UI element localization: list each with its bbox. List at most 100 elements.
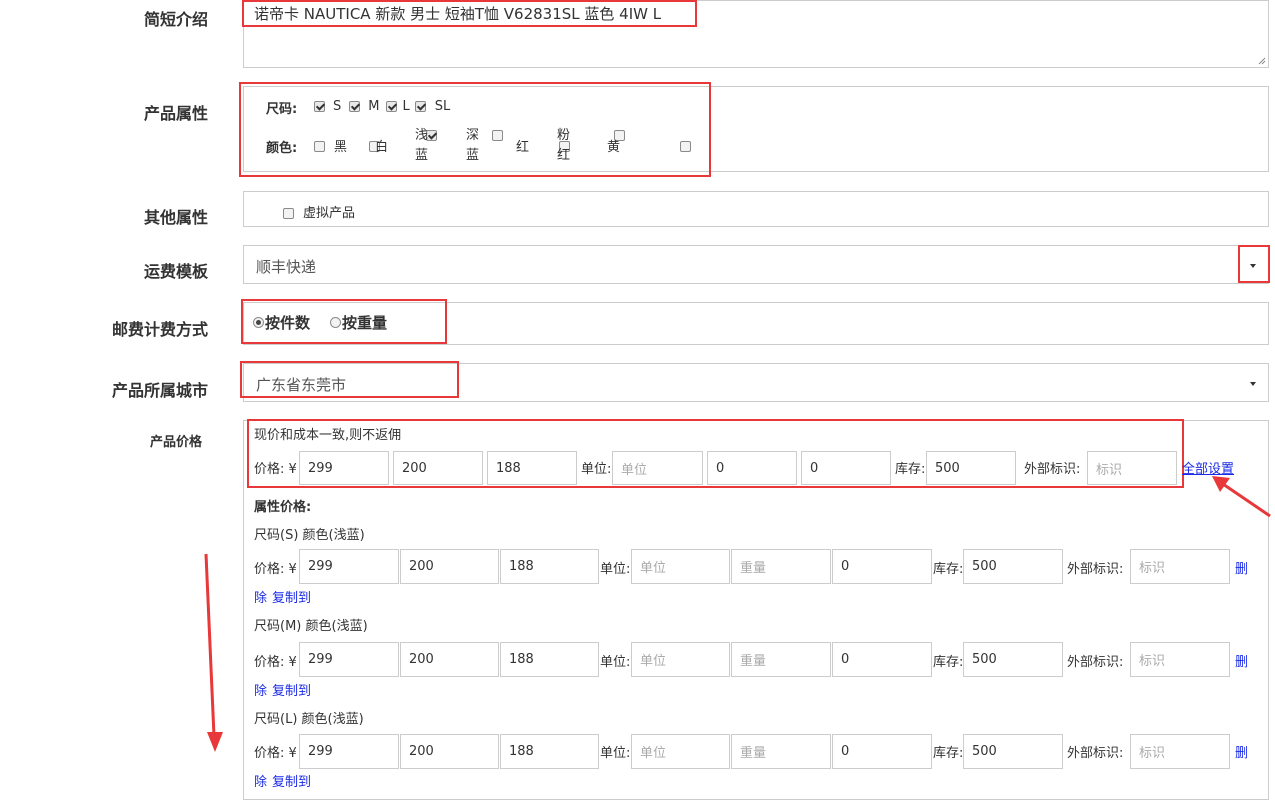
- variant-weight-input[interactable]: 重量: [731, 549, 831, 584]
- size-m-label: M: [368, 98, 380, 114]
- postage-by-piece-label: 按件数: [265, 313, 311, 332]
- attr-price-label: 属性价格:: [254, 500, 312, 515]
- variant-price-input[interactable]: 299: [299, 549, 399, 584]
- variant-delete-link[interactable]: 除: [254, 771, 267, 790]
- size-label: 尺码:: [266, 102, 298, 117]
- variant-title: 尺码(S) 颜色(浅蓝): [254, 528, 365, 543]
- main-unit-input[interactable]: 单位: [612, 451, 703, 485]
- variant-title: 尺码(L) 颜色(浅蓝): [254, 712, 364, 727]
- size-l-checkbox[interactable]: [386, 100, 398, 112]
- variant-ext-input[interactable]: 标识: [1130, 734, 1230, 769]
- variant-title: 尺码(M) 颜色(浅蓝): [254, 619, 368, 634]
- variant-copy-link[interactable]: 复制到: [272, 771, 311, 790]
- variant-cost-input[interactable]: 200: [400, 734, 499, 769]
- color-red-label: 红: [516, 140, 530, 155]
- variant-stock-label: 库存:: [933, 746, 964, 761]
- virtual-product-label: 虚拟产品: [303, 206, 356, 221]
- variant-unit-label: 单位:: [600, 746, 631, 761]
- color-lightblue-label: 浅蓝: [415, 128, 429, 163]
- size-m-checkbox[interactable]: [349, 100, 361, 112]
- variant-extra-input[interactable]: 0: [832, 734, 932, 769]
- variant-delete-link[interactable]: 除: [254, 587, 267, 606]
- postage-options: 按件数 按重量: [253, 311, 387, 333]
- highlight-intro: [242, 0, 697, 27]
- shipping-value: 顺丰快递: [256, 258, 317, 276]
- variant-member-price-input[interactable]: 188: [500, 642, 599, 677]
- main-weight-input[interactable]: 0: [707, 451, 797, 485]
- postage-by-weight-radio[interactable]: [330, 316, 342, 328]
- main-stock-label: 库存:: [895, 462, 926, 477]
- attrs-label: 产品属性: [143, 104, 208, 123]
- main-price-label: 价格: ¥: [254, 462, 297, 477]
- variant-unit-input[interactable]: 单位: [631, 642, 730, 677]
- variant-extra-input[interactable]: 0: [832, 549, 932, 584]
- city-label: 产品所属城市: [111, 381, 208, 400]
- variant-unit-input[interactable]: 单位: [631, 549, 730, 584]
- color-darkblue-checkbox[interactable]: [492, 129, 504, 141]
- variant-stock-input[interactable]: 500: [963, 549, 1063, 584]
- annotation-arrow-icon: [204, 553, 223, 752]
- main-cost-input[interactable]: 200: [393, 451, 483, 485]
- variant-unit-input[interactable]: 单位: [631, 734, 730, 769]
- variant-stock-input[interactable]: 500: [963, 642, 1063, 677]
- variant-cost-input[interactable]: 200: [400, 642, 499, 677]
- highlight-city: [240, 361, 459, 398]
- color-pink-label: 粉红: [557, 128, 571, 163]
- postage-by-piece-radio[interactable]: [253, 316, 264, 328]
- variant-member-price-input[interactable]: 188: [500, 549, 599, 584]
- size-options: S M L SL: [314, 97, 450, 115]
- other-label: 其他属性: [143, 208, 208, 227]
- size-sl-label: SL: [434, 98, 451, 114]
- color-darkblue-label: 深蓝: [466, 128, 480, 163]
- variant-ext-label: 外部标识:: [1067, 746, 1124, 761]
- variant-price-label: 价格: ¥: [254, 655, 297, 670]
- color-black-label: 黑: [334, 140, 348, 155]
- variant-price-label: 价格: ¥: [254, 746, 297, 761]
- shipping-select[interactable]: 顺丰快递: [243, 245, 1269, 284]
- color-yellow-checkbox[interactable]: [679, 140, 691, 152]
- variant-price-input[interactable]: 299: [299, 734, 399, 769]
- shipping-label: 运费模板: [143, 262, 208, 281]
- variant-cost-input[interactable]: 200: [400, 549, 499, 584]
- postage-by-weight-label: 按重量: [342, 313, 388, 332]
- main-member-price-input[interactable]: 188: [487, 451, 577, 485]
- size-l-label: L: [402, 98, 410, 114]
- main-stock-input[interactable]: 500: [926, 451, 1016, 485]
- postage-label: 邮费计费方式: [111, 320, 208, 339]
- variant-extra-input[interactable]: 0: [832, 642, 932, 677]
- variant-ext-input[interactable]: 标识: [1130, 549, 1230, 584]
- variant-ext-label: 外部标识:: [1067, 655, 1124, 670]
- chevron-down-icon: [1250, 382, 1256, 386]
- main-price-input[interactable]: 299: [299, 451, 389, 485]
- variant-stock-label: 库存:: [933, 562, 964, 577]
- variant-copy-link[interactable]: 复制到: [272, 587, 311, 606]
- variant-delete-link[interactable]: 删: [1235, 558, 1248, 577]
- variant-weight-input[interactable]: 重量: [731, 642, 831, 677]
- main-ext-input[interactable]: 标识: [1087, 451, 1177, 485]
- variant-delete-link[interactable]: 删: [1235, 742, 1248, 761]
- variant-stock-input[interactable]: 500: [963, 734, 1063, 769]
- annotation-arrow-icon: [1212, 476, 1271, 518]
- main-ext-label: 外部标识:: [1024, 462, 1081, 477]
- variant-unit-label: 单位:: [600, 655, 631, 670]
- variant-weight-input[interactable]: 重量: [731, 734, 831, 769]
- color-label: 颜色:: [266, 141, 298, 156]
- variant-ext-input[interactable]: 标识: [1130, 642, 1230, 677]
- size-sl-checkbox[interactable]: [414, 100, 426, 112]
- variant-price-input[interactable]: 299: [299, 642, 399, 677]
- variant-delete-link[interactable]: 除: [254, 680, 267, 699]
- variant-delete-link[interactable]: 删: [1235, 651, 1248, 670]
- color-black-checkbox[interactable]: [314, 140, 325, 152]
- size-s-checkbox[interactable]: [314, 100, 325, 112]
- virtual-product-checkbox[interactable]: [283, 207, 294, 219]
- variant-price-label: 价格: ¥: [254, 562, 297, 577]
- main-unit-label: 单位:: [581, 462, 612, 477]
- main-extra-input[interactable]: 0: [801, 451, 891, 485]
- price-label: 产品价格: [150, 435, 203, 450]
- resize-handle-icon[interactable]: [1258, 57, 1266, 65]
- variant-ext-label: 外部标识:: [1067, 562, 1124, 577]
- variant-copy-link[interactable]: 复制到: [272, 680, 311, 699]
- variant-member-price-input[interactable]: 188: [500, 734, 599, 769]
- color-white-label: 白: [375, 140, 389, 155]
- price-note: 现价和成本一致,则不返佣: [254, 428, 402, 443]
